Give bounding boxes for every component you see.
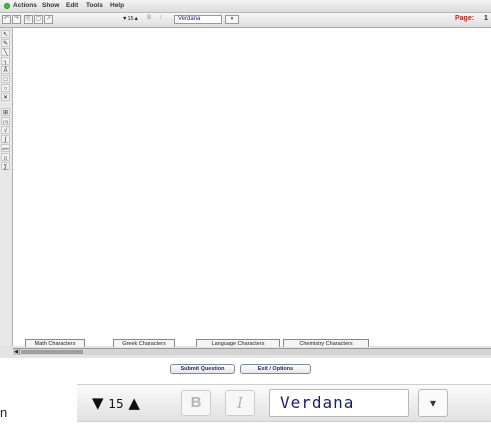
pointer-icon[interactable]: ↗ xyxy=(44,15,53,24)
horizontal-scrollbar[interactable]: ◀ xyxy=(13,348,491,355)
undo-icon[interactable]: ↶ xyxy=(2,15,11,24)
tab-math-characters[interactable]: Math Characters xyxy=(25,339,85,347)
menu-tools[interactable]: Tools xyxy=(86,2,103,9)
menu-help[interactable]: Help xyxy=(110,2,124,9)
toolbar: ↶ ↷ ⎘ ▢ ↗ ▼15▲ B I Verdana ▾ Page: 1 xyxy=(0,13,491,28)
page-number: 1 xyxy=(484,15,488,22)
menu-edit[interactable]: Edit xyxy=(66,2,78,9)
font-size-stepper-zoom[interactable]: ▼ 15 ▲ xyxy=(92,394,140,412)
status-dot-icon xyxy=(4,3,10,9)
tab-language-characters[interactable]: Language Characters xyxy=(196,339,280,347)
rectangle-tool-icon[interactable]: □ xyxy=(1,75,10,83)
text-tool-icon[interactable]: Ǎ xyxy=(1,66,10,74)
font-size-stepper[interactable]: ▼15▲ xyxy=(122,16,139,22)
redo-icon[interactable]: ↷ xyxy=(12,15,21,24)
scroll-left-icon[interactable]: ◀ xyxy=(13,349,20,355)
italic-button-zoom[interactable]: I xyxy=(225,390,255,416)
font-size-value: 15 xyxy=(108,397,124,411)
curve-tool-icon[interactable]: ╮ xyxy=(1,57,10,65)
menu-actions[interactable]: Actions xyxy=(13,2,37,9)
editor-window: Actions Show Edit Tools Help ↶ ↷ ⎘ ▢ ↗ ▼… xyxy=(0,0,491,358)
page-label: Page: xyxy=(455,15,475,22)
scroll-thumb[interactable] xyxy=(21,350,83,354)
bracket-tool-icon[interactable]: (?) xyxy=(1,117,10,125)
integral-tool-icon[interactable]: ∫ xyxy=(1,135,10,143)
paste-icon[interactable]: ▢ xyxy=(34,15,43,24)
font-name-field-zoom[interactable]: Verdana xyxy=(269,389,409,417)
grid-tool-icon[interactable]: ⊞ xyxy=(1,108,10,116)
font-dropdown-button[interactable]: ▾ xyxy=(225,15,239,24)
tab-chemistry-characters[interactable]: Chemistry Characters xyxy=(283,339,369,347)
tool-palette: ↖ ✎ ╲ ╮ Ǎ □ ○ ✕ ⊞ (?) √ ∫ a^b [:] ∑ xyxy=(0,28,13,346)
exit-options-button[interactable]: Exit / Options xyxy=(240,364,311,374)
font-dropdown-button-zoom[interactable]: ▾ xyxy=(418,389,448,417)
font-name-field[interactable]: Verdana xyxy=(174,15,222,24)
italic-button[interactable]: I xyxy=(160,15,162,21)
line-tool-icon[interactable]: ╲ xyxy=(1,48,10,56)
eraser-tool-icon[interactable]: ✕ xyxy=(1,93,10,101)
character-tabs: Math Characters Greek Characters Languag… xyxy=(13,339,491,347)
sigma-tool-icon[interactable]: ∑ xyxy=(1,162,10,170)
copy-icon[interactable]: ⎘ xyxy=(24,15,33,24)
power-tool-icon[interactable]: a^b xyxy=(1,144,10,152)
bold-button[interactable]: B xyxy=(147,15,151,21)
bold-button-zoom[interactable]: B xyxy=(181,390,211,416)
pointer-tool-icon[interactable]: ↖ xyxy=(1,30,10,38)
toolbar-zoom-detail: ▼ 15 ▲ B I Verdana ▾ xyxy=(77,384,491,422)
drawing-canvas[interactable] xyxy=(13,28,491,346)
font-size-up-icon[interactable]: ▲ xyxy=(128,394,140,412)
tab-greek-characters[interactable]: Greek Characters xyxy=(113,339,175,347)
menu-show[interactable]: Show xyxy=(42,2,59,9)
submit-question-button[interactable]: Submit Question xyxy=(170,364,235,374)
matrix-tool-icon[interactable]: [:] xyxy=(1,153,10,161)
ellipse-tool-icon[interactable]: ○ xyxy=(1,84,10,92)
font-size-down-icon[interactable]: ▼ xyxy=(92,394,104,412)
pencil-tool-icon[interactable]: ✎ xyxy=(1,39,10,47)
menubar: Actions Show Edit Tools Help xyxy=(0,0,491,13)
sqrt-tool-icon[interactable]: √ xyxy=(1,126,10,134)
cropped-text: n xyxy=(0,405,8,420)
